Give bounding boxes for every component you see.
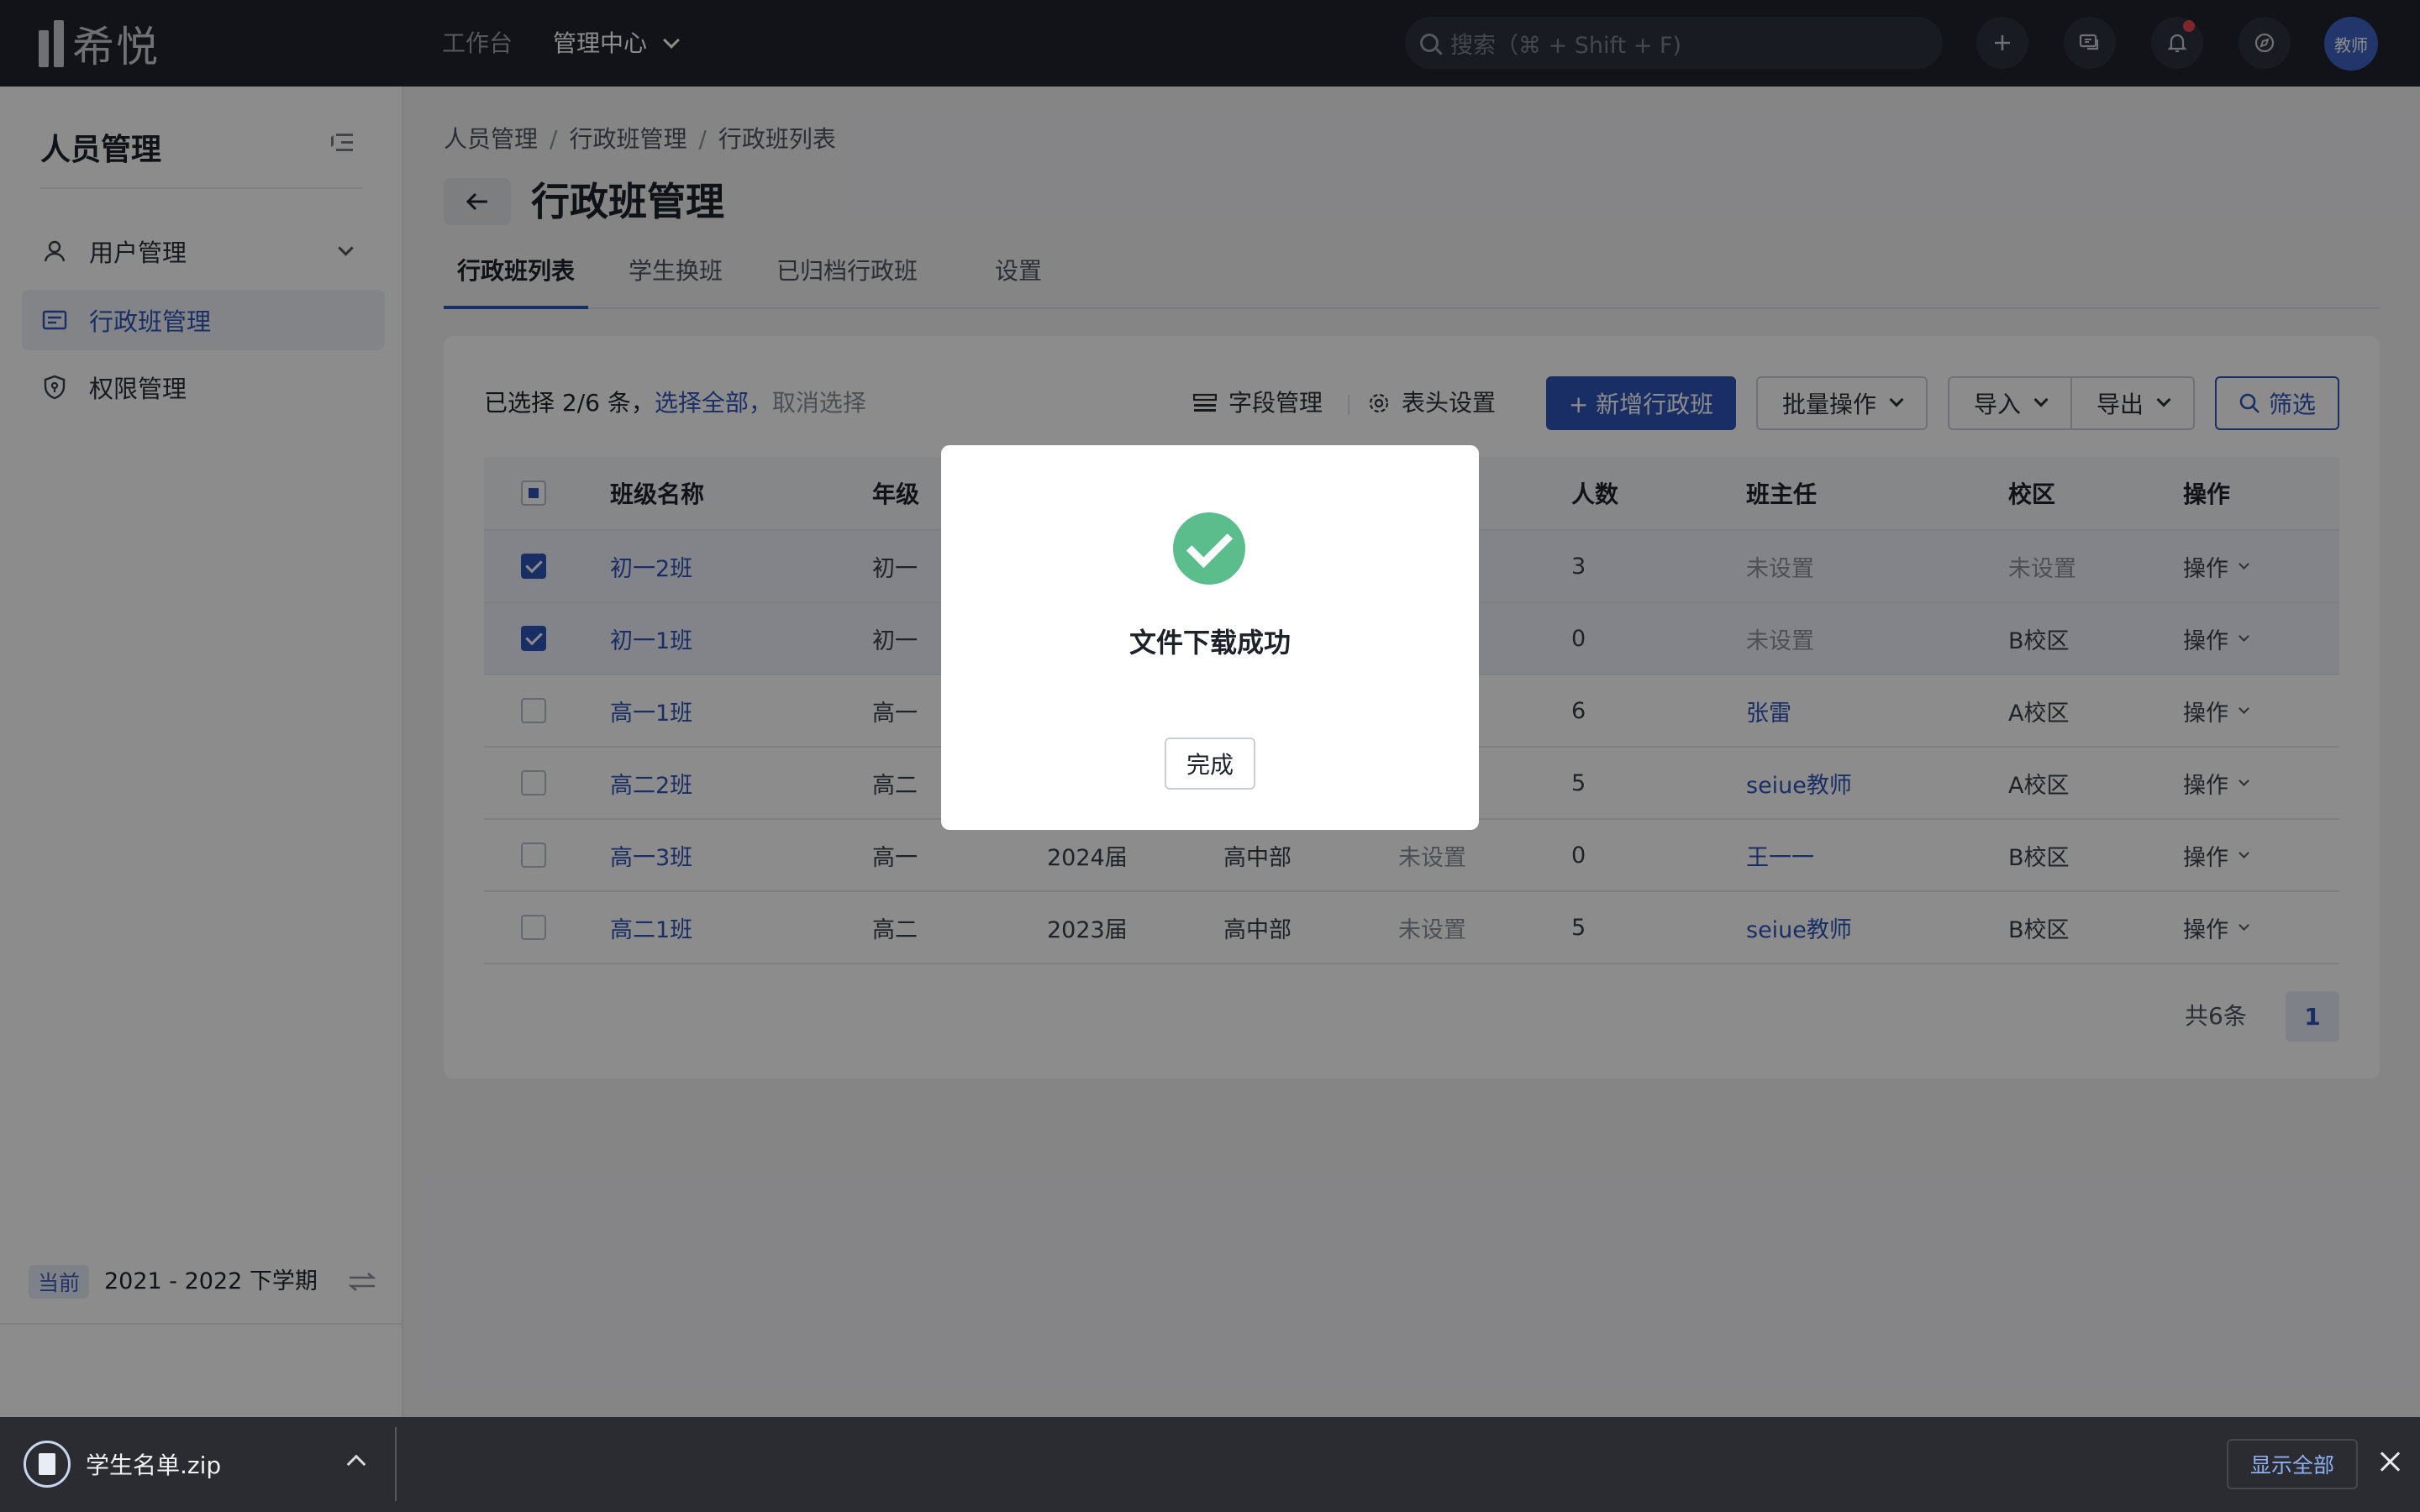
- chevron-up-icon[interactable]: [346, 1454, 366, 1474]
- download-item[interactable]: 学生名单.zip: [24, 1441, 221, 1488]
- show-all-downloads-button[interactable]: 显示全部: [2227, 1439, 2358, 1489]
- close-icon[interactable]: [2378, 1449, 2403, 1474]
- download-bar-divider: [395, 1427, 397, 1501]
- zip-file-icon: [24, 1441, 71, 1488]
- download-filename: 学生名单.zip: [86, 1452, 222, 1479]
- download-bar: 学生名单.zip 显示全部: [0, 1417, 2420, 1512]
- download-success-dialog: 文件下载成功 完成: [941, 445, 1479, 830]
- check-circle-icon: [1173, 512, 1245, 585]
- done-button[interactable]: 完成: [1165, 738, 1255, 790]
- dialog-title: 文件下载成功: [1128, 627, 1291, 659]
